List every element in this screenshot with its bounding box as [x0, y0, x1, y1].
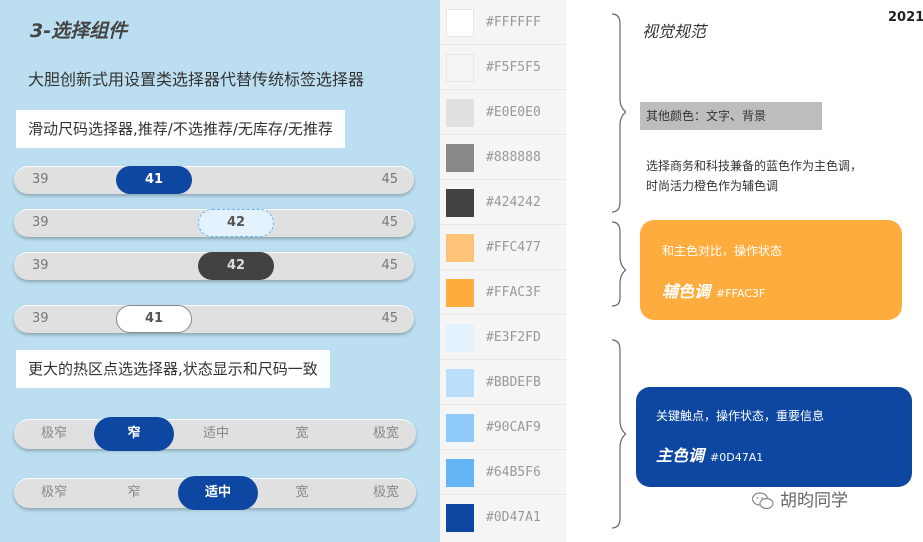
fit-option[interactable]: 极宽	[346, 419, 426, 449]
swatch-row: #F5F5F5	[440, 45, 566, 90]
description-line: 选择商务和科技兼备的蓝色作为主色调，	[646, 159, 863, 173]
slider-knob[interactable]: 42	[198, 252, 274, 280]
section-subtitle: 大胆创新式用设置类选择器代替传统标签选择器	[28, 70, 365, 89]
color-swatch	[446, 279, 474, 307]
swatch-row: #FFC477	[440, 225, 566, 270]
card-title-text: 主色调	[656, 446, 705, 465]
watermark: 胡昀同学	[752, 488, 848, 514]
swatch-hex: #90CAF9	[486, 420, 541, 435]
swatch-hex: #888888	[486, 150, 541, 165]
color-swatch	[446, 414, 474, 442]
card-hex: #FFAC3F	[716, 287, 766, 300]
swatch-hex: #BBDEFB	[486, 375, 541, 390]
slider-min-label: 39	[32, 215, 49, 230]
slider-max-label: 45	[381, 215, 398, 230]
color-swatch	[446, 459, 474, 487]
swatch-hex: #64B5F6	[486, 465, 541, 480]
fit-option[interactable]: 极宽	[346, 478, 426, 508]
slider-section-label: 滑动尺码选择器,推荐/不选推荐/无库存/无推荐	[16, 110, 345, 148]
color-description: 选择商务和科技兼备的蓝色作为主色调， 时尚活力橙色作为辅色调	[646, 156, 906, 196]
fit-selector-2[interactable]: 极窄 窄 适中 宽 极宽	[14, 476, 416, 510]
swatch-hex: #E0E0E0	[486, 105, 541, 120]
fit-option[interactable]: 宽	[262, 478, 342, 508]
card-subtitle: 和主色对比，操作状态	[662, 244, 783, 258]
slider-knob[interactable]: 41	[116, 166, 192, 194]
year-label: 2021	[888, 10, 923, 25]
wechat-icon	[752, 492, 774, 510]
fit-option[interactable]: 宽	[262, 419, 342, 449]
swatch-hex: #FFC477	[486, 240, 541, 255]
color-swatch	[446, 504, 474, 532]
primary-color-card: 关键触点，操作状态，重要信息 主色调 #0D47A1	[636, 387, 912, 487]
bracket-decoration	[611, 13, 626, 529]
fit-option-selected[interactable]: 适中	[178, 476, 258, 510]
bracket-blue	[611, 339, 626, 529]
slider-min-label: 39	[32, 311, 49, 326]
fit-option[interactable]: 极窄	[14, 478, 94, 508]
swatch-row: #0D47A1	[440, 495, 566, 540]
fit-section-label: 更大的热区点选选择器,状态显示和尺码一致	[16, 350, 330, 388]
swatch-hex: #FFAC3F	[486, 285, 541, 300]
color-swatch	[446, 189, 474, 217]
fit-selector-1[interactable]: 极窄 窄 适中 宽 极宽	[14, 417, 416, 451]
size-slider-not-recommended[interactable]: 39 42 45	[14, 209, 414, 237]
size-slider-recommended[interactable]: 39 41 45	[14, 166, 414, 194]
swatch-row: #BBDEFB	[440, 360, 566, 405]
swatch-hex: #E3F2FD	[486, 330, 541, 345]
swatch-row: #888888	[440, 135, 566, 180]
color-swatch	[446, 324, 474, 352]
watermark-text: 胡昀同学	[780, 491, 848, 511]
swatch-hex: #424242	[486, 195, 541, 210]
card-subtitle: 关键触点，操作状态，重要信息	[656, 409, 825, 423]
bracket-orange	[611, 221, 626, 307]
size-slider-no-recommendation[interactable]: 39 41 45	[14, 305, 414, 333]
color-swatch	[446, 369, 474, 397]
card-hex: #0D47A1	[710, 451, 764, 464]
swatch-hex: #0D47A1	[486, 510, 541, 525]
other-colors-label: 其他颜色：文字、背景	[640, 102, 822, 130]
swatch-row: #FFAC3F	[440, 270, 566, 315]
bracket-gray	[611, 13, 626, 213]
slider-min-label: 39	[32, 172, 49, 187]
slider-max-label: 45	[381, 311, 398, 326]
slider-max-label: 45	[381, 172, 398, 187]
swatch-row: #E0E0E0	[440, 90, 566, 135]
swatch-row: #90CAF9	[440, 405, 566, 450]
color-swatch	[446, 234, 474, 262]
slider-min-label: 39	[32, 258, 49, 273]
color-swatch	[446, 99, 474, 127]
swatch-row: #64B5F6	[440, 450, 566, 495]
swatch-row: #FFFFFF	[440, 0, 566, 45]
swatch-hex: #FFFFFF	[486, 15, 541, 30]
card-title: 主色调 #0D47A1	[656, 442, 763, 466]
fit-option[interactable]: 适中	[176, 419, 256, 449]
swatch-row: #E3F2FD	[440, 315, 566, 360]
color-swatch	[446, 54, 474, 82]
fit-option[interactable]: 窄	[94, 478, 174, 508]
color-swatch	[446, 9, 474, 37]
section-title: 3-选择组件	[30, 20, 128, 42]
secondary-color-card: 和主色对比，操作状态 辅色调 #FFAC3F	[640, 220, 902, 320]
color-swatch	[446, 144, 474, 172]
size-slider-out-of-stock[interactable]: 39 42 45	[14, 252, 414, 280]
visual-spec-title: 视觉规范	[642, 22, 707, 41]
card-title-text: 辅色调	[662, 282, 711, 301]
left-panel: 3-选择组件 大胆创新式用设置类选择器代替传统标签选择器 滑动尺码选择器,推荐/…	[0, 0, 440, 542]
slider-max-label: 45	[381, 258, 398, 273]
slider-knob[interactable]: 41	[116, 305, 192, 333]
swatch-hex: #F5F5F5	[486, 60, 541, 75]
card-title: 辅色调 #FFAC3F	[662, 278, 765, 302]
description-line: 时尚活力橙色作为辅色调	[646, 179, 779, 193]
fit-option-selected[interactable]: 窄	[94, 417, 174, 451]
slider-knob[interactable]: 42	[198, 209, 274, 237]
fit-option[interactable]: 极窄	[14, 419, 94, 449]
swatch-row: #424242	[440, 180, 566, 225]
color-swatch-column: #FFFFFF #F5F5F5 #E0E0E0 #888888 #424242 …	[440, 0, 566, 542]
